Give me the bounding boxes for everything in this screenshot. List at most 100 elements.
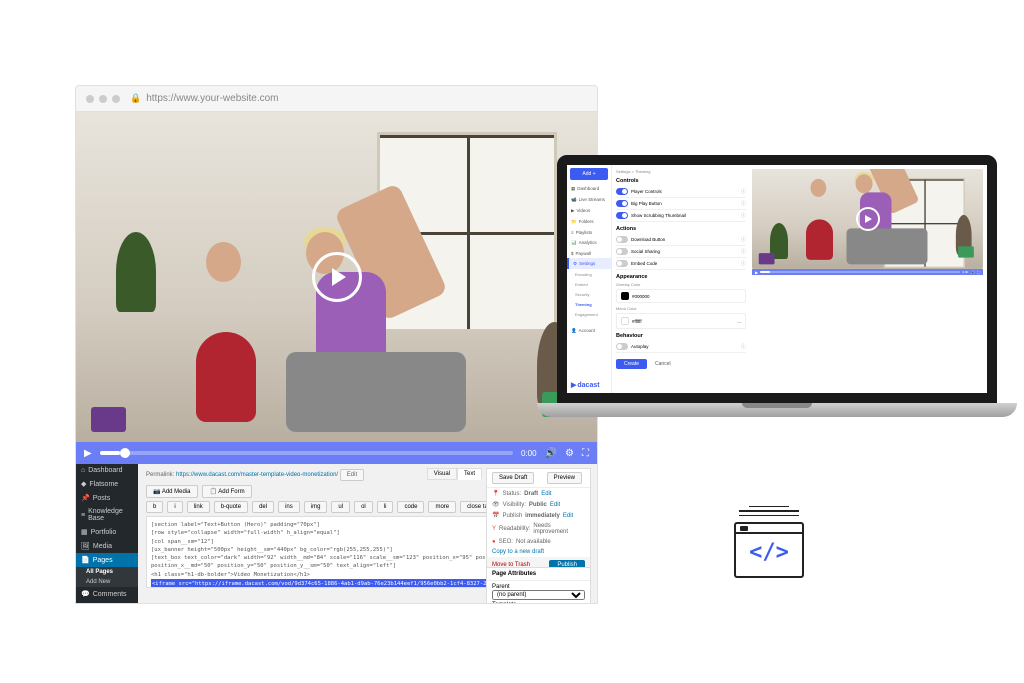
wp-status-edit[interactable]: Edit bbox=[541, 491, 551, 497]
wp-preview-button[interactable]: Preview bbox=[547, 472, 582, 484]
wp-submenu-pages: All Pages Add New bbox=[76, 567, 138, 587]
wp-tb-link[interactable]: link bbox=[187, 501, 210, 513]
wp-tb-ol[interactable]: ol bbox=[354, 501, 373, 513]
playlist-icon: ≡ bbox=[571, 230, 574, 235]
dc-big-play-toggle[interactable] bbox=[616, 200, 628, 207]
dc-nav-encoding[interactable]: Encoding bbox=[567, 269, 611, 279]
wp-add-media-button[interactable]: 📷 Add Media bbox=[146, 485, 198, 498]
play-button[interactable] bbox=[312, 252, 362, 302]
wp-tb-li[interactable]: li bbox=[377, 501, 394, 513]
close-dot-icon[interactable] bbox=[86, 95, 94, 103]
dc-nav-analytics[interactable]: 📊Analytics bbox=[567, 237, 611, 248]
wp-copy-draft-link[interactable]: Copy to a new draft bbox=[492, 549, 544, 555]
dc-nav-folders[interactable]: 📁Folders bbox=[567, 216, 611, 227]
minimize-dot-icon[interactable] bbox=[99, 95, 107, 103]
progress-track[interactable] bbox=[100, 451, 513, 455]
wp-menu-portfolio[interactable]: ▦Portfolio bbox=[76, 525, 138, 539]
wp-menu-posts[interactable]: 📌Posts bbox=[76, 491, 138, 505]
info-icon[interactable]: ⓘ bbox=[741, 248, 746, 255]
preview-progress-track[interactable] bbox=[760, 271, 960, 273]
dc-overlay-color-row[interactable]: #000000 bbox=[616, 289, 746, 303]
dc-preview-video[interactable] bbox=[752, 169, 983, 269]
dc-player-controls-toggle[interactable] bbox=[616, 188, 628, 195]
wp-parent-select[interactable]: (no parent) bbox=[492, 590, 585, 600]
dc-nav-videos[interactable]: ▶Videos bbox=[567, 205, 611, 216]
dc-nav-theming[interactable]: Theming bbox=[567, 299, 611, 309]
info-icon[interactable]: ⓘ bbox=[741, 236, 746, 243]
wp-permalink-url[interactable]: https://www.dacast.com/master-template-v… bbox=[176, 472, 338, 478]
info-icon[interactable]: ⓘ bbox=[741, 200, 746, 207]
folder-icon: 📁 bbox=[571, 219, 577, 225]
status-icon: 📍 bbox=[492, 490, 499, 497]
wp-menu-knowledge[interactable]: ≡Knowledge Base bbox=[76, 505, 138, 525]
preview-fullscreen-icon[interactable]: ⛶ bbox=[977, 270, 980, 275]
wp-menu-pages[interactable]: 📄Pages bbox=[76, 553, 138, 567]
dc-nav-embed[interactable]: Embed bbox=[567, 279, 611, 289]
video-player-area[interactable] bbox=[76, 112, 597, 442]
volume-icon[interactable]: 🔊 bbox=[545, 448, 557, 459]
dc-add-button[interactable]: Add + bbox=[570, 168, 608, 180]
wp-tb-ul[interactable]: ul bbox=[331, 501, 350, 513]
dc-nav-dashboard[interactable]: ▦Dashboard bbox=[567, 183, 611, 194]
wp-save-draft-button[interactable]: Save Draft bbox=[492, 472, 534, 484]
wp-tb-img[interactable]: img bbox=[304, 501, 328, 513]
dc-breadcrumb: Settings > Theming bbox=[616, 169, 746, 174]
dc-nav-engagement[interactable]: Engagement bbox=[567, 309, 611, 319]
embed-code-illustration: </> bbox=[729, 506, 809, 579]
dc-embed-toggle[interactable] bbox=[616, 260, 628, 267]
url-bar[interactable]: 🔒 https://www.your-website.com bbox=[130, 93, 587, 104]
wp-menu-media[interactable]: 🖼Media bbox=[76, 539, 138, 553]
dc-social-toggle[interactable] bbox=[616, 248, 628, 255]
dc-create-button[interactable]: Create bbox=[616, 359, 647, 369]
dc-download-toggle[interactable] bbox=[616, 236, 628, 243]
info-icon[interactable]: ⓘ bbox=[741, 260, 746, 267]
wp-add-form-button[interactable]: 📋 Add Form bbox=[202, 485, 251, 498]
wp-tab-text[interactable]: Text bbox=[457, 468, 482, 480]
comments-icon: 💬 bbox=[81, 590, 90, 598]
dc-autoplay-toggle[interactable] bbox=[616, 343, 628, 350]
preview-play-icon[interactable]: ▶ bbox=[755, 270, 758, 275]
wp-menu-uxblocks[interactable]: ▣UX Blocks bbox=[76, 601, 138, 604]
dc-nav-paywall[interactable]: $Paywall bbox=[567, 248, 611, 258]
dc-nav-security[interactable]: Security bbox=[567, 289, 611, 299]
wp-menu-comments[interactable]: 💬Comments bbox=[76, 587, 138, 601]
wp-tb-del[interactable]: del bbox=[252, 501, 274, 513]
wp-visibility-edit[interactable]: Edit bbox=[550, 502, 560, 508]
wp-tb-more[interactable]: more bbox=[428, 501, 456, 513]
settings-icon[interactable]: ⚙ bbox=[565, 448, 574, 459]
dc-nav-settings[interactable]: ⚙Settings bbox=[567, 258, 611, 269]
dc-scrubbing-toggle[interactable] bbox=[616, 212, 628, 219]
wp-tb-i[interactable]: i bbox=[167, 501, 182, 513]
video-icon: ▶ bbox=[571, 208, 574, 214]
dc-cancel-button[interactable]: Cancel bbox=[651, 359, 675, 369]
scene-person-stretching bbox=[256, 192, 476, 432]
wp-tb-ins[interactable]: ins bbox=[278, 501, 300, 513]
dc-nav-account[interactable]: 👤Account bbox=[567, 325, 611, 336]
dc-nav-livestreams[interactable]: 📹Live Streams bbox=[567, 194, 611, 205]
wp-submenu-allpages[interactable]: All Pages bbox=[81, 567, 138, 577]
more-icon[interactable]: ... bbox=[737, 319, 741, 324]
progress-thumb[interactable] bbox=[120, 448, 130, 458]
wp-menu-dashboard[interactable]: ⌂Dashboard bbox=[76, 464, 138, 477]
wp-tb-quote[interactable]: b-quote bbox=[214, 501, 248, 513]
wp-page-attributes-box: Page Attributes Parent (no parent) Templ… bbox=[486, 567, 591, 604]
wp-tab-visual[interactable]: Visual bbox=[427, 468, 457, 480]
dc-nav-playlists[interactable]: ≡Playlists bbox=[567, 227, 611, 237]
info-icon[interactable]: ⓘ bbox=[741, 188, 746, 195]
dc-menu-color-row[interactable]: #ffffff ... bbox=[616, 313, 746, 329]
dc-settings-panel: Settings > Theming Controls Player Contr… bbox=[616, 169, 746, 389]
wp-tb-b[interactable]: b bbox=[146, 501, 163, 513]
preview-volume-icon[interactable]: 🔊 bbox=[970, 270, 975, 275]
wp-schedule-edit[interactable]: Edit bbox=[563, 513, 573, 519]
maximize-dot-icon[interactable] bbox=[112, 95, 120, 103]
wp-submenu-addnew[interactable]: Add New bbox=[81, 577, 138, 587]
fullscreen-icon[interactable]: ⛶ bbox=[582, 448, 589, 459]
info-icon[interactable]: ⓘ bbox=[741, 343, 746, 350]
pages-icon: 📄 bbox=[81, 556, 90, 564]
info-icon[interactable]: ⓘ bbox=[741, 212, 746, 219]
wp-menu-flatsome[interactable]: ◆Flatsome bbox=[76, 477, 138, 491]
play-pause-icon[interactable]: ▶ bbox=[84, 448, 92, 459]
dc-preview-play-button[interactable] bbox=[856, 207, 880, 231]
wp-permalink-edit[interactable]: Edit bbox=[340, 469, 364, 481]
wp-tb-code[interactable]: code bbox=[397, 501, 424, 513]
